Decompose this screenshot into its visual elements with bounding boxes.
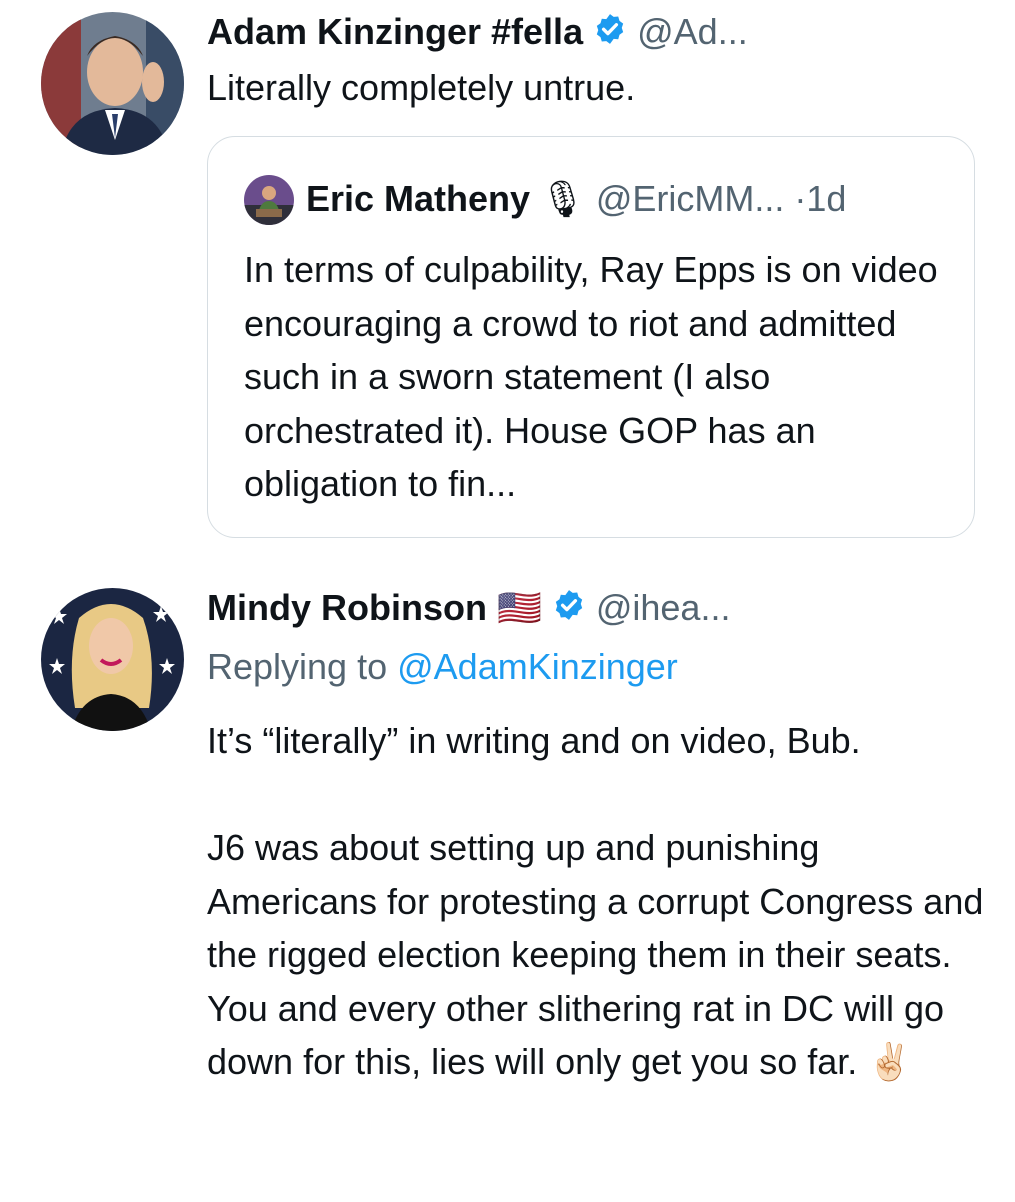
tweet1-text: Literally completely untrue.: [207, 67, 636, 108]
verified-badge-icon: [552, 586, 586, 634]
tweet2-paragraph-1: It’s “literally” in writing and on video…: [207, 720, 861, 761]
quote-text: In terms of culpability, Ray Epps is on …: [244, 249, 938, 504]
tweet1-header: Adam Kinzinger #fella @Ad...: [207, 10, 748, 56]
avatar-eric-matheny[interactable]: [244, 175, 294, 225]
avatar-mindy-robinson[interactable]: [41, 588, 184, 731]
verified-badge-icon: [593, 12, 627, 56]
tweet2-paragraph-2: J6 was about setting up and punishing Am…: [207, 821, 997, 1089]
quote-header: Eric Matheny 🎙 @EricMM... ·1d: [306, 175, 846, 223]
replying-to-handle-link[interactable]: @AdamKinzinger: [397, 646, 678, 687]
us-flag-emoji-icon: 🇺🇸: [496, 587, 542, 628]
microphone-emoji-icon: 🎙: [540, 178, 586, 219]
quote-display-name[interactable]: Eric Matheny: [306, 178, 530, 219]
quote-time[interactable]: 1d: [806, 178, 846, 219]
tweet2-text: It’s “literally” in writing and on video…: [207, 714, 997, 1089]
tweet1-handle[interactable]: @Ad...: [637, 11, 748, 52]
replying-to-label: Replying to: [207, 646, 388, 687]
avatar-adam-kinzinger[interactable]: [41, 12, 184, 155]
quote-separator: ·: [794, 178, 807, 219]
tweet2-handle[interactable]: @ihea...: [596, 587, 731, 628]
tweet2-header: Mindy Robinson 🇺🇸 @ihea...: [207, 584, 730, 634]
replying-to-line: Replying to @AdamKinzinger: [207, 643, 678, 691]
quoted-tweet-card[interactable]: Eric Matheny 🎙 @EricMM... ·1d In terms o…: [207, 136, 975, 538]
quote-handle[interactable]: @EricMM...: [596, 178, 785, 219]
tweet1-display-name[interactable]: Adam Kinzinger #fella: [207, 11, 583, 52]
tweet2-display-name[interactable]: Mindy Robinson: [207, 587, 487, 628]
victory-hand-emoji-icon: ✌🏻: [867, 1041, 913, 1082]
